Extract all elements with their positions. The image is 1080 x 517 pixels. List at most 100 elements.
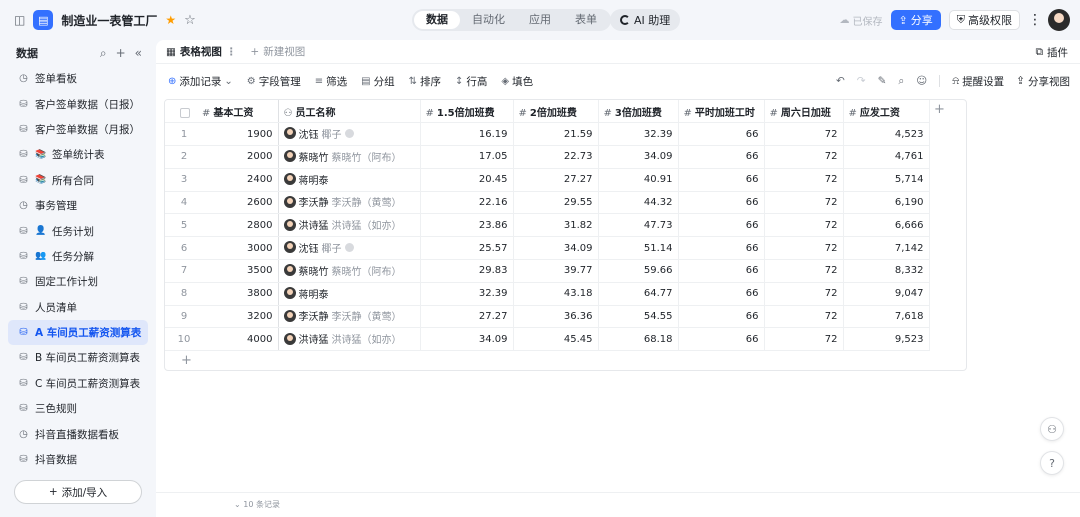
redo-icon[interactable]: ↷: [857, 75, 866, 87]
base-pay-cell[interactable]: 3 2400: [165, 168, 279, 192]
table-row[interactable]: 9 3200 李沃静 李沃静（黄莺） 27.27 36.36 54.55 66 72 7,618: [165, 305, 930, 329]
collapse-icon[interactable]: «: [135, 46, 142, 61]
number-cell[interactable]: 66: [678, 259, 765, 283]
number-cell[interactable]: 72: [764, 122, 844, 147]
sidebar-item[interactable]: ⛁ 固定工作计划: [0, 269, 156, 294]
column-header-ot-hours[interactable]: # 平时加班工时: [678, 100, 765, 124]
sidebar-item[interactable]: ⛁ 抖音数据: [0, 447, 156, 472]
employee-name-cell[interactable]: 洪诗猛 洪诗猛（如亦）: [278, 213, 421, 238]
number-cell[interactable]: 20.45: [420, 168, 514, 192]
column-header-gross-pay[interactable]: # 应发工资: [843, 100, 930, 124]
sidebar-item[interactable]: ⛁ 📚 所有合同: [0, 168, 156, 193]
employee-name-cell[interactable]: 李沃静 李沃静（黄莺）: [278, 191, 421, 215]
number-cell[interactable]: 59.66: [598, 259, 679, 283]
sidebar-item[interactable]: ◷ 抖音直播数据看板: [0, 421, 156, 446]
number-cell[interactable]: 66: [678, 213, 765, 238]
number-cell[interactable]: 34.09: [420, 327, 514, 352]
number-cell[interactable]: 32.39: [420, 282, 514, 306]
sidebar-item[interactable]: ⛁ 人员清单: [0, 295, 156, 320]
employee-name-cell[interactable]: 蒋明泰: [278, 168, 421, 192]
employee-name-cell[interactable]: 蔡晓竹 蔡晓竹（阿布）: [278, 259, 421, 283]
number-cell[interactable]: 72: [764, 145, 844, 169]
table-row[interactable]: 2 2000 蔡晓竹 蔡晓竹（阿布） 17.05 22.73 34.09 66 72 4,761: [165, 145, 930, 169]
number-cell[interactable]: 7,142: [843, 236, 930, 261]
assign-person-button[interactable]: ⚇: [1040, 417, 1064, 441]
number-cell[interactable]: 72: [764, 213, 844, 238]
base-pay-cell[interactable]: 9 3200: [165, 305, 279, 329]
number-cell[interactable]: 72: [764, 282, 844, 306]
sidebar-item[interactable]: ⛁ 客户签单数据（月报）: [0, 117, 156, 142]
table-row[interactable]: 3 2400 蒋明泰 20.45 27.27 40.91 66 72 5,714: [165, 168, 930, 192]
pin-icon[interactable]: ★: [165, 13, 176, 27]
number-cell[interactable]: 22.73: [513, 145, 599, 169]
sidebar-item[interactable]: ◷ 签单看板: [0, 66, 156, 91]
number-cell[interactable]: 66: [678, 122, 765, 147]
reminder-button[interactable]: ⍾ 提醒设置: [952, 74, 1004, 89]
column-header-weekend-ot[interactable]: # 周六日加班: [764, 100, 844, 124]
number-cell[interactable]: 9,523: [843, 327, 930, 352]
number-cell[interactable]: 72: [764, 191, 844, 215]
share-view-button[interactable]: ⇪ 分享视图: [1016, 74, 1070, 89]
ai-assistant-button[interactable]: AI 助理: [610, 9, 681, 31]
column-header-ot-3x[interactable]: #3倍加班费: [598, 100, 679, 124]
number-cell[interactable]: 47.73: [598, 213, 679, 238]
new-view-button[interactable]: + 新建视图: [250, 44, 305, 59]
number-cell[interactable]: 23.86: [420, 213, 514, 238]
row-height-button[interactable]: ↕ 行高: [455, 74, 487, 89]
column-header-ot-2x[interactable]: #2倍加班费: [513, 100, 599, 124]
number-cell[interactable]: 31.82: [513, 213, 599, 238]
table-row[interactable]: 5 2800 洪诗猛 洪诗猛（如亦） 23.86 31.82 47.73 66 72 6,666: [165, 213, 930, 238]
employee-name-cell[interactable]: 沈钰 椰子: [278, 236, 421, 261]
table-row[interactable]: 8 3800 蒋明泰 32.39 43.18 64.77 66 72 9,047: [165, 282, 930, 306]
sidebar-toggle-icon[interactable]: ◫: [14, 13, 25, 27]
number-cell[interactable]: 32.39: [598, 122, 679, 147]
number-cell[interactable]: 29.83: [420, 259, 514, 283]
sidebar-item[interactable]: ⛁ B 车间员工薪资测算表: [0, 345, 156, 370]
sidebar-item[interactable]: ⛁ 📚 签单统计表: [0, 142, 156, 167]
add-row-icon[interactable]: +: [181, 353, 192, 368]
sort-button[interactable]: ⇅ 排序: [409, 74, 441, 89]
number-cell[interactable]: 54.55: [598, 305, 679, 329]
tab-grid-view[interactable]: ▦ 表格视图 ⋮: [166, 44, 236, 59]
sidebar-item[interactable]: ⛁ 👤 任务计划: [0, 218, 156, 243]
number-cell[interactable]: 40.91: [598, 168, 679, 192]
number-cell[interactable]: 21.59: [513, 122, 599, 147]
view-more-icon[interactable]: ⋮: [226, 46, 237, 58]
base-pay-cell[interactable]: 1 1900: [165, 122, 279, 147]
field-manage-button[interactable]: ⚙ 字段管理: [247, 74, 301, 89]
number-cell[interactable]: 72: [764, 236, 844, 261]
number-cell[interactable]: 17.05: [420, 145, 514, 169]
share-button[interactable]: ⇪ 分享: [890, 10, 941, 30]
number-cell[interactable]: 34.09: [598, 145, 679, 169]
number-cell[interactable]: 34.09: [513, 236, 599, 261]
user-avatar[interactable]: [1048, 9, 1070, 31]
fill-color-button[interactable]: ◈ 填色: [501, 74, 533, 89]
number-cell[interactable]: 64.77: [598, 282, 679, 306]
number-cell[interactable]: 72: [764, 305, 844, 329]
tab-forms[interactable]: 表单: [563, 11, 609, 29]
select-all-checkbox[interactable]: [180, 107, 190, 118]
add-import-button[interactable]: + 添加/导入: [14, 480, 142, 504]
number-cell[interactable]: 51.14: [598, 236, 679, 261]
number-cell[interactable]: 66: [678, 168, 765, 192]
sidebar-item[interactable]: ⛁ C 车间员工薪资测算表: [0, 371, 156, 396]
number-cell[interactable]: 45.45: [513, 327, 599, 352]
base-pay-cell[interactable]: 10 4000: [165, 327, 279, 352]
number-cell[interactable]: 66: [678, 282, 765, 306]
favorite-star-icon[interactable]: ☆: [184, 13, 196, 28]
number-cell[interactable]: 66: [678, 145, 765, 169]
number-cell[interactable]: 27.27: [513, 168, 599, 192]
tab-apps[interactable]: 应用: [517, 11, 563, 29]
number-cell[interactable]: 6,666: [843, 213, 930, 238]
add-icon[interactable]: +: [116, 46, 126, 61]
undo-icon[interactable]: ↶: [836, 75, 845, 87]
number-cell[interactable]: 27.27: [420, 305, 514, 329]
number-cell[interactable]: 66: [678, 236, 765, 261]
employee-name-cell[interactable]: 沈钰 椰子: [278, 122, 421, 147]
employee-name-cell[interactable]: 蒋明泰: [278, 282, 421, 306]
sidebar-item[interactable]: ⛁ 客户签单数据（日报）: [0, 91, 156, 116]
number-cell[interactable]: 8,332: [843, 259, 930, 283]
number-cell[interactable]: 4,523: [843, 122, 930, 147]
employee-name-cell[interactable]: 洪诗猛 洪诗猛（如亦）: [278, 327, 421, 352]
add-column-icon[interactable]: +: [934, 102, 945, 117]
